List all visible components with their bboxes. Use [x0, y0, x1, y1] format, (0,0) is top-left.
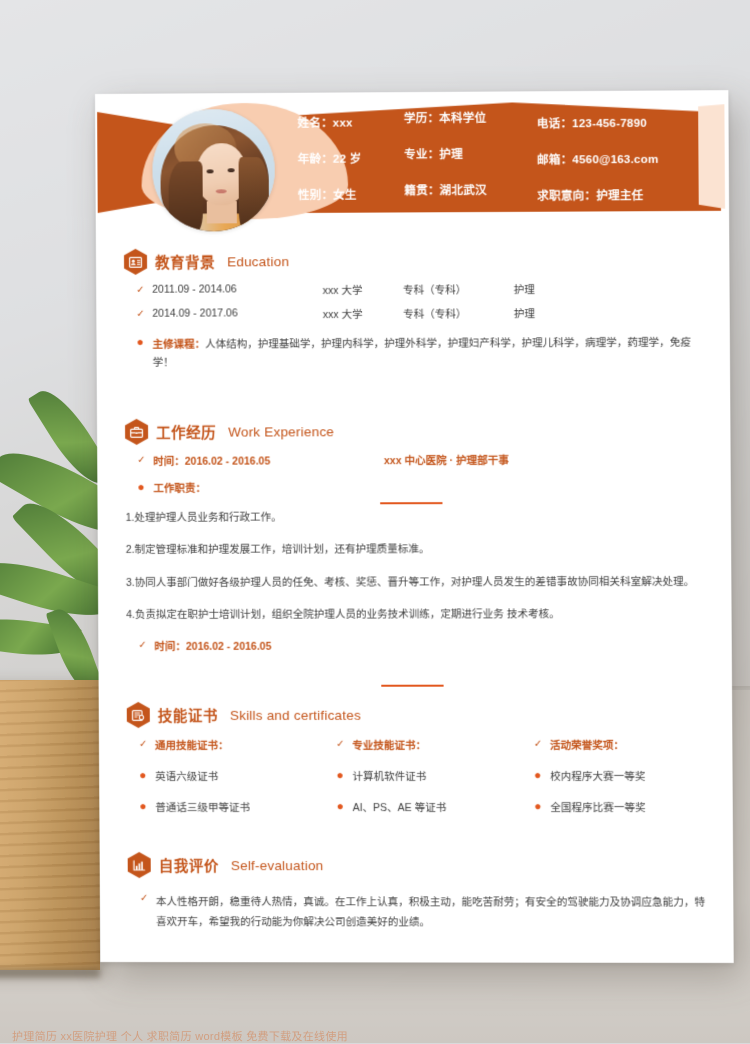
section-header-education: 教育背景 Education [96, 246, 730, 275]
section-header-skills: 技能证书 Skills and certificates [99, 701, 733, 728]
work-time: 时间：2016.02 - 2016.05 [154, 638, 385, 653]
section-skills: 技能证书 Skills and certificates ✓ 通用技能证书： ✓… [99, 701, 733, 815]
bullet-icon: ● [534, 800, 550, 813]
education-major: 护理 [514, 305, 730, 321]
courses-label: 主修课程： [153, 339, 206, 351]
id-card-icon [124, 249, 147, 275]
education-school: xxx 大学 [323, 307, 403, 322]
section-title-cn: 教育背景 [155, 251, 215, 272]
work-duty-label-row: ● 工作职责： [97, 479, 730, 496]
work-duty-label: 工作职责： [153, 481, 206, 496]
photo-hair-strand [168, 161, 202, 231]
skill-item: ● 全国程序比赛一等奖 [534, 800, 733, 815]
wood-grain-texture [0, 680, 100, 970]
education-major: 护理 [514, 281, 730, 297]
work-duty-item: 1.处理护理人员业务和行政工作。 [98, 507, 732, 528]
photo-lips [216, 189, 227, 193]
bullet-icon: ● [336, 800, 352, 813]
self-evaluation-row: ✓ 本人性格开朗，稳重待人热情，真诚。在工作上认真，积极主动，能吃苦耐劳；有安全… [100, 892, 734, 934]
education-courses: ● 主修课程：人体结构，护理基础学，护理内科学，护理外科学，护理妇产科学，护理儿… [96, 333, 730, 372]
section-title-cn: 技能证书 [158, 704, 218, 725]
watermark-text: 护理简历 xx医院护理 个人 求职简历 word模板 免费下载及在线使用 [12, 1028, 348, 1044]
work-entry-header: ✓ 时间：2016.02 - 2016.05 [98, 638, 731, 654]
section-title-en: Skills and certificates [230, 707, 361, 722]
field-phone: 电话：123-456-7890 [533, 114, 703, 131]
work-duty-item: 2.制定管理标准和护理发展工作，培训计划，还有护理质量标准。 [98, 540, 732, 561]
skill-item: ● 校内程序大赛一等奖 [534, 769, 733, 784]
bullet-icon: ● [137, 481, 153, 494]
field-email: 邮箱：4560@163.com [533, 151, 703, 168]
bullet-icon: ● [336, 769, 352, 782]
field-age: 年龄：22 岁 [292, 150, 403, 167]
education-entry: ✓ 2014.09 - 2017.06 xxx 大学 专科（专科） 护理 [96, 305, 729, 323]
resume-header: 姓名：xxx 学历：本科学位 电话：123-456-7890 年龄：22 岁 专… [95, 90, 729, 218]
skills-grid: ✓ 通用技能证书： ✓ 专业技能证书： ✓ 活动荣誉奖项： ● 英语六级证书 ●… [99, 738, 733, 815]
education-school: xxx 大学 [323, 283, 403, 298]
certificate-icon [127, 702, 150, 728]
check-icon: ✓ [138, 639, 154, 652]
check-icon: ✓ [140, 892, 156, 905]
briefcase-icon [125, 419, 148, 445]
section-title-en: Self-evaluation [231, 858, 324, 873]
bullet-icon: ● [139, 800, 155, 813]
section-title-en: Work Experience [228, 424, 334, 439]
section-self-evaluation: 自我评价 Self-evaluation ✓ 本人性格开朗，稳重待人热情，真诚。… [100, 852, 734, 934]
check-icon: ✓ [534, 738, 550, 751]
section-title-en: Education [227, 254, 289, 269]
work-organization: xxx 中心医院 · 护理部干事 [384, 453, 509, 468]
avatar [152, 109, 275, 232]
skills-column-heading: ✓ 通用技能证书： [139, 738, 336, 753]
check-icon: ✓ [139, 738, 155, 751]
section-header-work: 工作经历 Work Experience [97, 417, 731, 445]
skill-item: ● 普通话三级甲等证书 [139, 800, 336, 815]
education-date: 2014.09 - 2017.06 [152, 307, 322, 320]
work-time: 时间：2016.02 - 2016.05 [153, 453, 384, 469]
self-evaluation-text: 本人性格开朗，稳重待人热情，真诚。在工作上认真，积极主动，能吃苦耐劳；有安全的驾… [156, 892, 734, 934]
resume-page: 姓名：xxx 学历：本科学位 电话：123-456-7890 年龄：22 岁 专… [95, 90, 734, 963]
education-degree: 专科（专科） [403, 282, 514, 298]
field-education-level: 学历：本科学位 [402, 109, 533, 126]
bullet-icon: ● [534, 769, 550, 782]
check-icon: ✓ [137, 454, 153, 467]
field-major: 专业：护理 [402, 146, 533, 163]
education-degree: 专科（专科） [403, 306, 514, 322]
skill-item: ● 英语六级证书 [139, 769, 336, 784]
skill-item: ● AI、PS、AE 等证书 [336, 800, 534, 815]
section-education: 教育背景 Education ✓ 2011.09 - 2014.06 xxx 大… [96, 246, 730, 373]
skills-column-heading: ✓ 专业技能证书： [336, 738, 534, 753]
courses-text: 人体结构，护理基础学，护理内科学，护理外科学，护理妇产科学，护理儿科学，病理学，… [153, 337, 691, 370]
skills-column-heading: ✓ 活动荣誉奖项： [534, 738, 733, 753]
photo-eye [207, 169, 214, 173]
field-gender: 性别：女生 [292, 186, 403, 203]
work-entry-header: ✓ 时间：2016.02 - 2016.05 xxx 中心医院 · 护理部干事 [97, 452, 730, 469]
section-header-self: 自我评价 Self-evaluation [100, 852, 734, 878]
skill-item: ● 计算机软件证书 [336, 769, 534, 784]
bar-chart-icon [128, 852, 151, 878]
bullet-icon: ● [139, 769, 155, 782]
field-job-objective: 求职意向：护理主任 [533, 187, 703, 204]
field-name: 姓名：xxx [291, 114, 402, 131]
section-work-experience: 工作经历 Work Experience ✓ 时间：2016.02 - 2016… [97, 417, 732, 654]
bullet-icon: ● [136, 336, 152, 349]
check-icon: ✓ [136, 308, 152, 321]
check-icon: ✓ [136, 284, 152, 297]
header-info-grid: 姓名：xxx 学历：本科学位 电话：123-456-7890 年龄：22 岁 专… [291, 102, 702, 213]
section-title-cn: 自我评价 [159, 855, 219, 876]
check-icon: ✓ [336, 738, 352, 751]
section-title-cn: 工作经历 [156, 421, 216, 442]
photo-hair-strand [239, 157, 270, 232]
duty-divider-rule [381, 685, 443, 687]
duty-divider-rule [380, 502, 442, 504]
education-date: 2011.09 - 2014.06 [152, 283, 322, 296]
field-hometown: 籍贯：湖北武汉 [402, 182, 533, 199]
work-duty-item: 3.协同人事部门做好各级护理人员的任免、考核、奖惩、晋升等工作，对护理人员发生的… [98, 573, 732, 594]
photo-eye [228, 168, 235, 172]
work-duty-item: 4.负责拟定在职护士培训计划，组织全院护理人员的业务技术训练，定期进行业务 技术… [98, 605, 732, 625]
education-entry: ✓ 2011.09 - 2014.06 xxx 大学 专科（专科） 护理 [96, 281, 729, 299]
